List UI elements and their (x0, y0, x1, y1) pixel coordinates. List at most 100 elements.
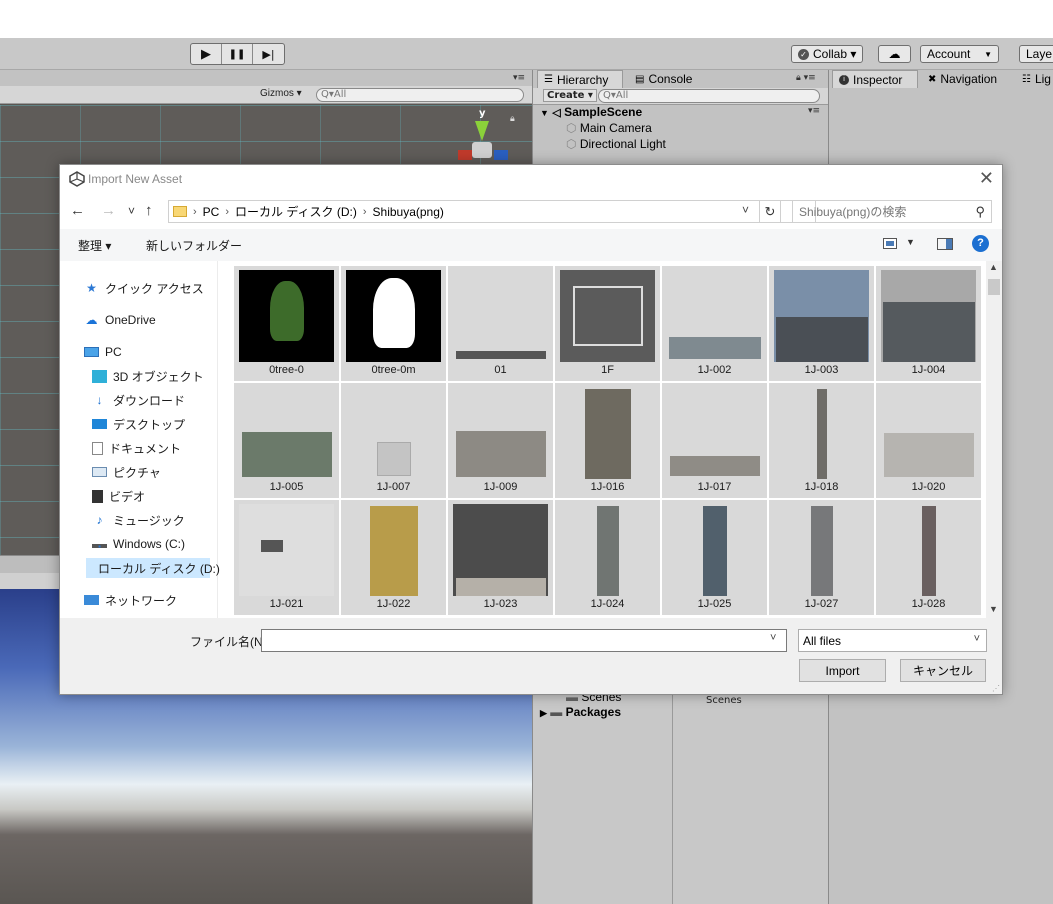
breadcrumb-item[interactable]: ローカル ディスク (D:) (235, 203, 357, 220)
file-item[interactable]: 1J-028 (876, 500, 981, 615)
scene-gizmo[interactable]: y (458, 108, 508, 164)
file-item[interactable]: 1J-018 (769, 383, 874, 498)
hierarchy-search-input[interactable]: Q▾All (598, 89, 820, 103)
create-dropdown[interactable]: Create ▾ (543, 89, 597, 102)
import-button[interactable]: Import (799, 659, 886, 682)
layers-button[interactable]: Laye (1019, 45, 1053, 63)
file-item[interactable]: 01 (448, 266, 553, 381)
tab-inspector-label: Inspector (853, 72, 903, 87)
scene-row[interactable]: ▼ ◁ SampleScene (540, 105, 642, 119)
tab-lighting[interactable]: ☷ Lig (1016, 70, 1053, 88)
tab-inspector[interactable]: i Inspector (832, 70, 918, 88)
scroll-down-icon[interactable]: ▼ (989, 604, 998, 614)
search-input[interactable]: Shibuya(png)の検索 ⚲ (792, 200, 992, 223)
address-bar[interactable]: › PC › ローカル ディスク (D:) › Shibuya(png) (168, 200, 816, 223)
file-item[interactable]: 0tree-0m (341, 266, 446, 381)
scroll-up-icon[interactable]: ▲ (989, 262, 998, 272)
file-item[interactable]: 1J-017 (662, 383, 767, 498)
file-list-scrollbar[interactable]: ▲ ▼ (986, 261, 1002, 618)
file-item[interactable]: 1J-025 (662, 500, 767, 615)
file-name: 1J-005 (269, 481, 304, 493)
gizmos-dropdown[interactable]: Gizmos ▾ (260, 88, 302, 99)
breadcrumb-item[interactable]: Shibuya(png) (373, 205, 444, 219)
file-thumbnail (453, 504, 548, 596)
tab-console[interactable]: ▤ Console (629, 70, 698, 88)
file-item[interactable]: 1J-027 (769, 500, 874, 615)
cloud-button[interactable]: ☁ (878, 45, 911, 63)
play-button[interactable]: ▶ (191, 44, 222, 64)
scene-menu-icon[interactable]: ▾≡ (808, 106, 820, 116)
hierarchy-item[interactable]: ⬡ Main Camera (566, 121, 652, 135)
cancel-button[interactable]: キャンセル (900, 659, 986, 682)
nav-label: OneDrive (105, 313, 156, 327)
music-icon: ♪ (96, 512, 103, 527)
tab-navigation[interactable]: ✖ Navigation (922, 70, 1003, 88)
file-item[interactable]: 1J-003 (769, 266, 874, 381)
nav-network[interactable]: ネットワーク (84, 590, 177, 610)
nav-quick-access[interactable]: ★ クイック アクセス (84, 278, 204, 298)
gizmo-lock-icon[interactable]: 🔒︎ (510, 114, 515, 124)
breadcrumb-item[interactable]: PC (203, 205, 220, 219)
recent-locations-button[interactable]: ˅ (128, 204, 135, 218)
file-item[interactable]: 0tree-0 (234, 266, 339, 381)
up-button[interactable]: ↑ (145, 202, 153, 219)
account-button[interactable]: Account ▼ (920, 45, 999, 63)
refresh-button[interactable]: ↻ (759, 200, 781, 223)
resize-grip-icon[interactable]: ⋰ (992, 684, 1000, 693)
filetype-select[interactable]: All files ˅ (798, 629, 987, 652)
organize-menu[interactable]: 整理 ▾ (78, 237, 111, 254)
forward-button[interactable]: → (101, 202, 116, 219)
view-mode-icon[interactable] (883, 238, 897, 249)
nav-3d-objects[interactable]: 3D オブジェクト (92, 366, 204, 386)
back-button[interactable]: ← (70, 202, 85, 219)
step-button[interactable]: ▶| (253, 44, 284, 64)
file-item[interactable]: 1J-004 (876, 266, 981, 381)
scrollbar-thumb[interactable] (988, 279, 1000, 295)
file-item[interactable]: 1J-005 (234, 383, 339, 498)
address-dropdown-icon[interactable]: ˅ (742, 203, 749, 217)
folder-label: Packages (565, 705, 621, 719)
chevron-down-icon[interactable]: ˅ (770, 632, 776, 644)
file-item[interactable]: 1J-020 (876, 383, 981, 498)
chevron-right-icon: › (362, 205, 367, 218)
nav-onedrive[interactable]: ☁ OneDrive (84, 310, 156, 330)
file-item[interactable]: 1J-023 (448, 500, 553, 615)
file-item[interactable]: 1J-024 (555, 500, 660, 615)
file-item[interactable]: 1J-002 (662, 266, 767, 381)
file-item[interactable]: 1J-016 (555, 383, 660, 498)
nav-pc[interactable]: PC (84, 342, 122, 362)
nav-desktop[interactable]: デスクトップ (92, 414, 185, 434)
nav-videos[interactable]: ビデオ (92, 486, 145, 506)
nav-drive-d[interactable]: ローカル ディスク (D:) (86, 558, 220, 578)
close-button[interactable]: ✕ (979, 168, 994, 189)
file-thumbnail (346, 387, 441, 479)
file-item[interactable]: 1J-009 (448, 383, 553, 498)
folder-row[interactable]: ▶ ▬ Packages (540, 705, 621, 719)
pause-button[interactable]: ❚❚ (222, 44, 253, 64)
navigation-icon: ✖ (928, 73, 937, 85)
file-item[interactable]: 1J-022 (341, 500, 446, 615)
filename-input[interactable] (261, 629, 787, 652)
preview-pane-icon[interactable] (937, 238, 953, 250)
nav-drive-c[interactable]: ▪ Windows (C:) (92, 534, 185, 554)
collab-button[interactable]: ✓ Collab ▾ (791, 45, 864, 63)
file-item[interactable]: 1J-007 (341, 383, 446, 498)
file-item[interactable]: 1J-021 (234, 500, 339, 615)
help-icon[interactable]: ? (972, 235, 989, 252)
nav-downloads[interactable]: ↓ ダウンロード (92, 390, 186, 410)
file-item[interactable]: 1F (555, 266, 660, 381)
hierarchy-item-label: Main Camera (579, 121, 652, 135)
new-folder-button[interactable]: 新しいフォルダー (146, 237, 242, 254)
hierarchy-item[interactable]: ⬡ Directional Light (566, 137, 666, 151)
scene-panel-menu[interactable]: ▾≡ (513, 73, 525, 83)
gizmo-y-arrow (475, 121, 489, 141)
nav-pictures[interactable]: ピクチャ (92, 462, 161, 482)
project-folder-item[interactable]: Scenes (706, 695, 742, 706)
view-dropdown-icon[interactable]: ▼ (906, 237, 915, 247)
nav-music[interactable]: ♪ ミュージック (92, 510, 185, 530)
search-placeholder: Shibuya(png)の検索 (799, 205, 907, 219)
nav-documents[interactable]: ドキュメント (92, 438, 181, 458)
tab-hierarchy[interactable]: ☰ Hierarchy (537, 70, 623, 88)
hierarchy-lock-icon[interactable]: 🔒︎ ▾≡ (796, 73, 816, 83)
scene-search-input[interactable]: Q▾All (316, 88, 524, 102)
